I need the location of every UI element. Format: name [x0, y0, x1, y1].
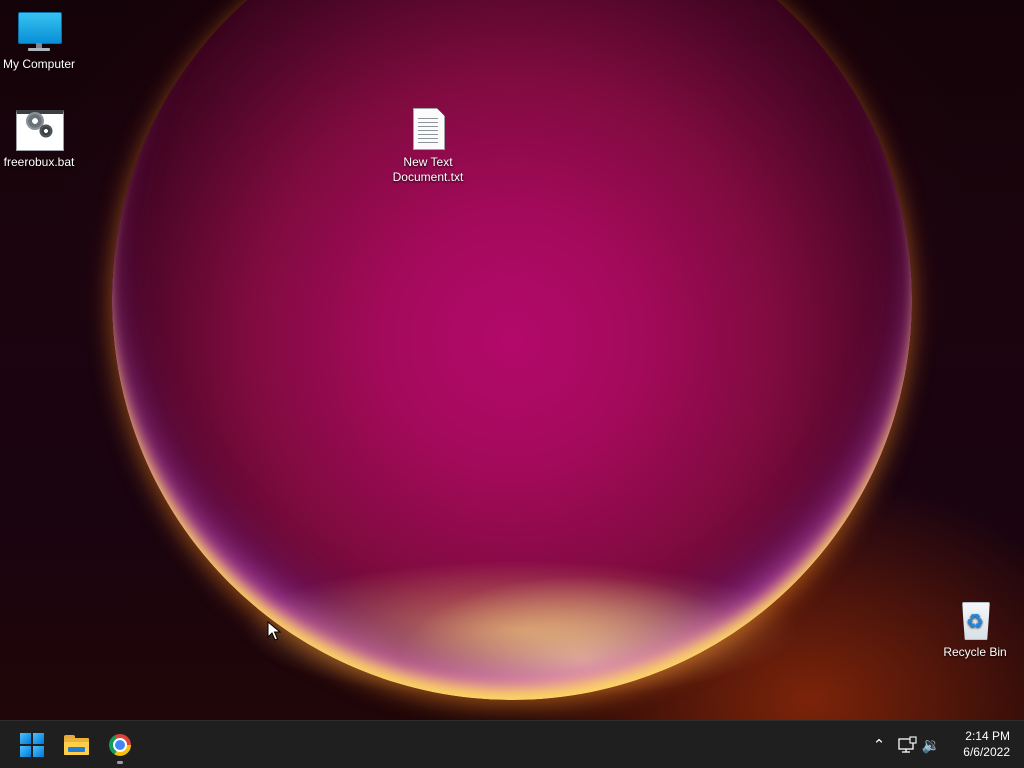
recycle-bin-icon: ♻: [951, 598, 999, 642]
desktop-icon-label: Recycle Bin: [943, 645, 1007, 659]
chevron-up-icon[interactable]: ⌃: [868, 733, 890, 757]
desktop-icon-my-computer[interactable]: My Computer: [0, 10, 78, 72]
desktop[interactable]: My Computer freerobux.bat New Text Docum…: [0, 0, 1024, 720]
clock[interactable]: 2:14 PM 6/6/2022: [940, 728, 1010, 760]
mouse-cursor-icon: [267, 621, 281, 641]
desktop-icon-freerobux-bat[interactable]: freerobux.bat: [0, 108, 78, 170]
running-indicator: [117, 761, 123, 764]
chrome-icon: [109, 734, 131, 756]
monitor-icon: [15, 10, 63, 54]
desktop-icon-label: freerobux.bat: [3, 155, 75, 169]
clock-date: 6/6/2022: [963, 745, 1010, 759]
file-explorer-button[interactable]: [56, 725, 96, 765]
folder-icon: [64, 735, 89, 755]
desktop-icon-label: New Text Document.txt: [392, 155, 464, 184]
taskbar: ⌃ 🔉 2:14 PM 6/6/2022: [0, 720, 1024, 768]
desktop-icon-new-text-document[interactable]: New Text Document.txt: [389, 108, 467, 185]
batch-file-icon: [15, 108, 64, 152]
network-icon[interactable]: [897, 735, 917, 755]
chrome-button[interactable]: [100, 725, 140, 765]
volume-icon[interactable]: 🔉: [920, 733, 942, 757]
desktop-icon-label: My Computer: [2, 57, 76, 71]
clock-time: 2:14 PM: [965, 729, 1010, 743]
windows-start-icon: [20, 733, 44, 757]
start-button[interactable]: [12, 725, 52, 765]
wallpaper-glow: [240, 560, 800, 700]
desktop-icon-recycle-bin[interactable]: ♻ Recycle Bin: [936, 598, 1014, 660]
text-document-icon: [404, 108, 452, 152]
